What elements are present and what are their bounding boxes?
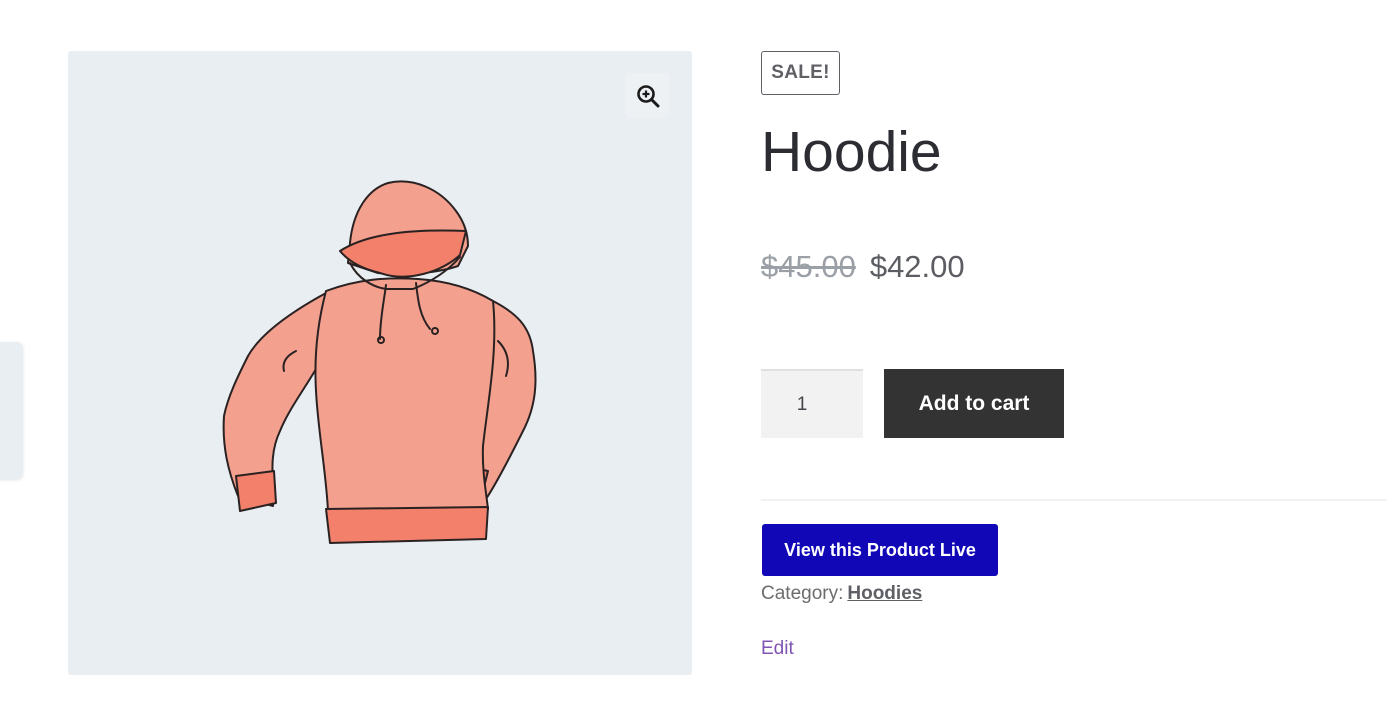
sale-price: $42.00 [869,249,965,284]
hoodie-image [222,180,537,544]
edit-link[interactable]: Edit [761,638,794,660]
product-category: Category: Hoodies [761,583,922,605]
category-label: Category: [761,583,844,604]
view-product-live-button[interactable]: View this Product Live [762,524,998,576]
side-panel-tab[interactable] [0,342,23,479]
zoom-in-icon [636,84,659,107]
product-title: Hoodie [761,120,942,184]
add-to-cart-button[interactable]: Add to cart [884,369,1064,438]
product-gallery [68,51,692,675]
sale-badge: SALE! [761,51,840,95]
divider [761,499,1387,501]
original-price: $45.00 [761,249,856,284]
quantity-input[interactable] [761,369,863,438]
zoom-button[interactable] [625,73,670,118]
category-link[interactable]: Hoodies [847,583,922,604]
product-page: SALE! Hoodie $45.00 $42.00 Add to cart Vi… [0,0,1387,706]
price: $45.00 $42.00 [761,249,965,285]
